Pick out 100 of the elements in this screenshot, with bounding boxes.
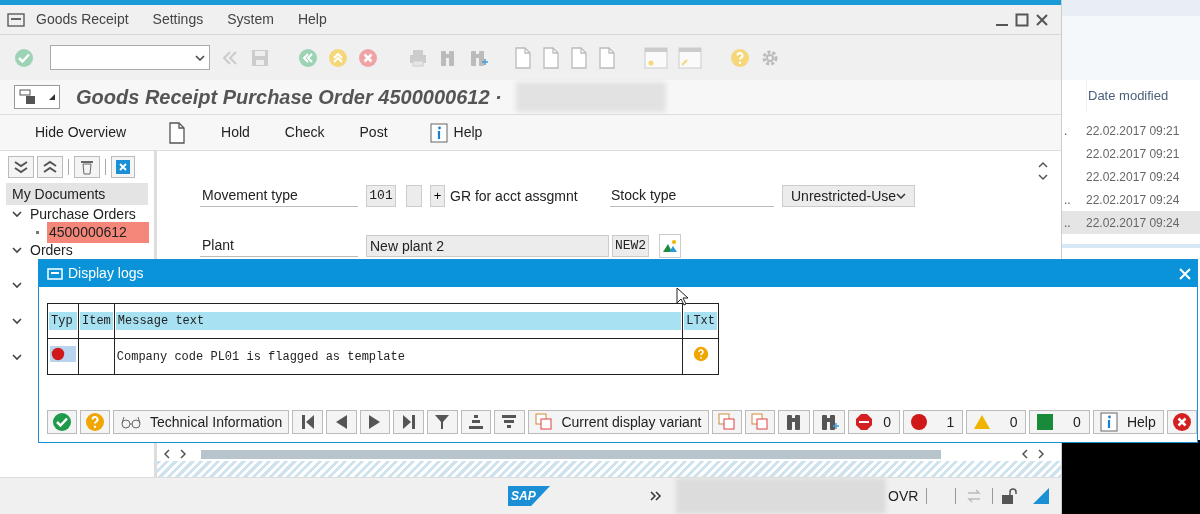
cancel-icon	[1172, 412, 1192, 432]
date-modified: 22.02.2017 09:24	[1086, 191, 1180, 209]
file-row[interactable]: 22.02.2017 09:24	[1062, 165, 1200, 188]
layout-icon	[718, 413, 737, 431]
toolbar-button[interactable]: Hold	[221, 122, 250, 143]
date-modified: 22.02.2017 09:21	[1086, 122, 1180, 140]
warning-triangle-icon	[973, 414, 992, 430]
image-button[interactable]	[659, 234, 681, 258]
tree-item[interactable]: 4500000612	[47, 221, 149, 243]
next-page-icon	[570, 46, 588, 69]
prev-button[interactable]	[325, 410, 357, 434]
chevron-icon[interactable]	[12, 246, 22, 254]
menu-item[interactable]: Goods Receipt	[36, 9, 129, 30]
view-menu-button[interactable]	[14, 85, 60, 109]
glasses-icon	[120, 415, 142, 429]
column-header[interactable]: Message text	[115, 312, 682, 330]
printer-icon	[408, 47, 428, 68]
stock-type-select[interactable]: Unrestricted-Use	[782, 185, 915, 207]
subtotal-button[interactable]	[494, 410, 525, 434]
menu-item[interactable]: Help	[297, 9, 327, 30]
expand-all-button[interactable]	[8, 156, 34, 178]
first-page-icon	[300, 414, 315, 430]
scroll-down-icon[interactable]	[1038, 174, 1048, 181]
filter-icon	[434, 414, 451, 430]
chevron-icon[interactable]	[12, 281, 22, 289]
collapse-all-button[interactable]	[37, 156, 63, 178]
scroll-right-icon[interactable]	[1037, 449, 1045, 459]
save-icon	[250, 47, 270, 68]
help-icon	[730, 47, 750, 68]
windows-icon	[19, 89, 37, 105]
field-label: Movement type	[200, 185, 358, 207]
new-window-icon	[678, 46, 702, 69]
column-header[interactable]: LTxt	[684, 312, 717, 330]
corner-triangle-icon	[49, 94, 55, 100]
cancel-button[interactable]	[1167, 410, 1197, 434]
file-row[interactable]: .. 22.02.2017 09:24	[1062, 188, 1200, 211]
code-field[interactable]: 101	[366, 185, 396, 207]
date-modified: 22.02.2017 09:21	[1086, 145, 1180, 163]
toolbar-button[interactable]: Hide Overview	[35, 122, 127, 143]
check-button[interactable]	[47, 410, 77, 434]
toolbar-button[interactable]: Post	[359, 122, 388, 143]
transfer-icon	[966, 489, 983, 503]
previous-page-icon	[542, 46, 560, 69]
close-icon[interactable]	[1035, 12, 1049, 27]
previous-icon	[334, 414, 349, 430]
file-row[interactable]: 22.02.2017 09:21	[1062, 142, 1200, 165]
close-button[interactable]	[111, 156, 135, 178]
first-page-icon	[514, 46, 532, 69]
file-row[interactable]: . 22.02.2017 09:21	[1062, 119, 1200, 142]
maximize-icon[interactable]	[1015, 12, 1029, 27]
message-text: Company code PL01 is flagged as template	[116, 349, 405, 364]
last-button[interactable]	[393, 410, 424, 434]
info-button[interactable]: Help	[1092, 410, 1164, 434]
menu-item[interactable]: Settings	[152, 9, 204, 30]
help-icon	[692, 345, 709, 362]
dialog-title: Display logs	[68, 264, 144, 283]
toolbar-button[interactable]: Check	[284, 122, 325, 143]
scroll-up-icon[interactable]	[1038, 161, 1048, 168]
delete-button[interactable]	[74, 156, 100, 178]
total-button[interactable]	[460, 410, 492, 434]
column-header[interactable]: Item	[80, 312, 113, 330]
filter-button[interactable]	[426, 410, 458, 434]
sign-field[interactable]: +	[430, 185, 445, 207]
scrollbar-thumb[interactable]	[201, 449, 941, 459]
scroll-left-icon[interactable]	[163, 449, 171, 459]
menu-item[interactable]: System	[227, 9, 274, 30]
unlocked-icon[interactable]	[1001, 487, 1018, 505]
help-icon	[85, 412, 105, 432]
input-field[interactable]	[406, 185, 422, 207]
chevron-icon[interactable]	[12, 317, 22, 325]
find-button[interactable]	[778, 410, 811, 434]
column-header[interactable]: Typ	[49, 312, 77, 330]
glasses-button[interactable]: Technical Information	[113, 410, 290, 434]
expand-icon[interactable]	[650, 491, 662, 501]
stop-button[interactable]: 0	[848, 410, 900, 434]
command-field[interactable]	[50, 45, 210, 70]
column-header[interactable]: Date modified	[1087, 86, 1169, 106]
help-button[interactable]: Help	[429, 122, 483, 143]
file-row[interactable]: .. 22.02.2017 09:24	[1062, 211, 1200, 234]
menu-icon[interactable]	[7, 12, 25, 27]
chevron-icon[interactable]	[12, 210, 22, 218]
back-icon	[298, 47, 318, 68]
chevron-icon[interactable]	[12, 353, 22, 361]
warning-button[interactable]: 0	[966, 410, 1027, 434]
error-button[interactable]: 1	[903, 410, 964, 434]
scroll-left-icon[interactable]	[1021, 449, 1029, 459]
layout-button[interactable]: Current display variant	[527, 410, 710, 434]
new-document-button[interactable]	[168, 121, 187, 144]
find-next-button[interactable]	[813, 410, 846, 434]
first-button[interactable]	[292, 410, 323, 434]
next-button[interactable]	[359, 410, 391, 434]
scroll-right-icon[interactable]	[179, 449, 187, 459]
up-icon	[328, 47, 348, 68]
cancel-icon	[358, 47, 378, 68]
plant-field[interactable]: New plant 2	[366, 235, 609, 257]
success-button[interactable]: 0	[1029, 410, 1090, 434]
code-field[interactable]: NEW2	[612, 235, 649, 257]
dialog-menu-icon[interactable]	[47, 267, 63, 280]
date-modified: 22.02.2017 09:24	[1086, 168, 1180, 186]
next-icon	[367, 414, 382, 430]
